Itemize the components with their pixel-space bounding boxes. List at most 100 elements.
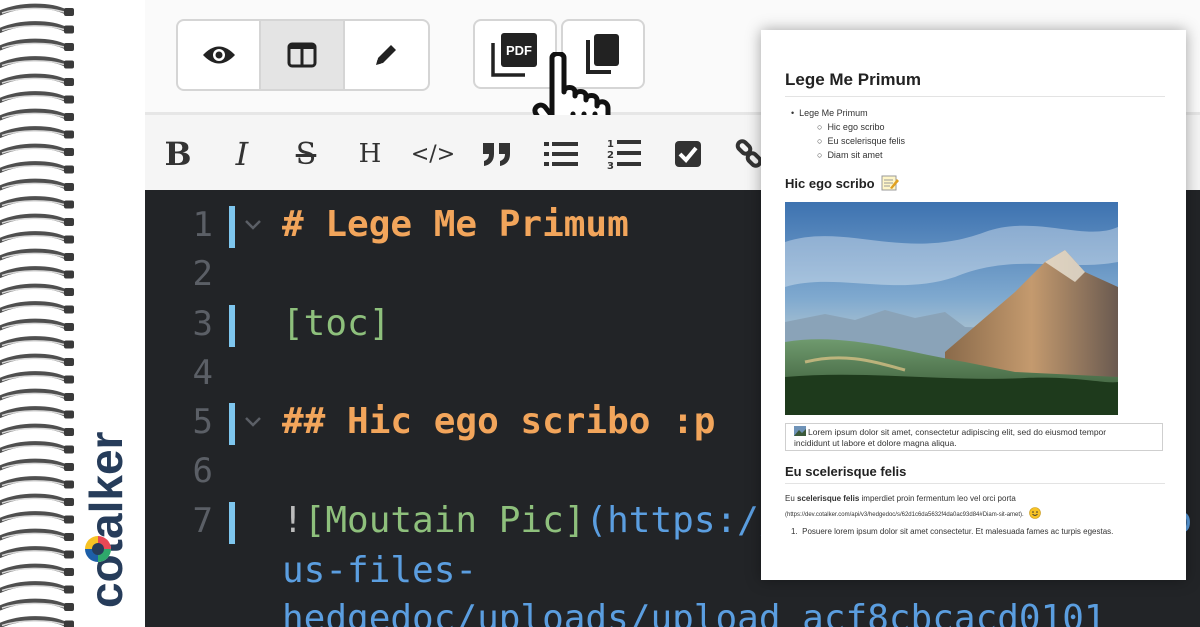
- quote-icon: [483, 143, 510, 166]
- heading-icon: H: [358, 139, 382, 169]
- divider: [785, 96, 1165, 97]
- toc-item[interactable]: ○ Eu scelerisque felis: [791, 134, 905, 148]
- spiral-ring: [0, 108, 74, 121]
- heading-button[interactable]: H: [355, 137, 385, 171]
- spiral-ring: [0, 73, 74, 86]
- spiral-ring: [0, 423, 74, 436]
- fold-chevron-icon[interactable]: [241, 210, 265, 240]
- table-of-contents: • Lege Me Primum ○ Hic ego scribo ○ Eu s…: [791, 106, 905, 162]
- ordered-list: 1. Posuere lorem ipsum dolor sit amet co…: [791, 527, 1113, 536]
- ordered-list-icon: 1 2 3: [607, 139, 641, 171]
- list-item: 1. Posuere lorem ipsum dolor sit amet co…: [791, 527, 1114, 536]
- smile-emoji-icon: [1029, 507, 1042, 519]
- spiral-ring: [0, 143, 74, 156]
- image-alt-text: [Moutain Pic]: [303, 500, 586, 541]
- spiral-ring: [0, 371, 74, 384]
- spiral-ring: [0, 91, 74, 104]
- spiral-ring: [0, 581, 74, 594]
- spiral-ring: [0, 476, 74, 489]
- spiral-ring: [0, 248, 74, 261]
- spiral-ring: [0, 3, 74, 16]
- image-bang: !: [282, 500, 304, 541]
- spiral-ring: [0, 388, 74, 401]
- toc-item[interactable]: ○ Diam sit amet: [791, 148, 905, 162]
- spiral-ring: [0, 126, 74, 139]
- paragraph: Eu scelerisque felis imperdiet proin fer…: [785, 494, 1016, 503]
- pdf-label: PDF: [506, 43, 532, 58]
- spiral-ring: [0, 441, 74, 454]
- spiral-ring: [0, 406, 74, 419]
- spiral-ring: [0, 161, 74, 174]
- paragraph-link[interactable]: (https://dev.cotalker.com/api/v3/hedgedo…: [785, 507, 1042, 519]
- code-text: [toc]: [282, 303, 391, 344]
- toc-item[interactable]: • Lege Me Primum: [791, 106, 905, 120]
- strikethrough-button[interactable]: S: [291, 137, 321, 172]
- spiral-ring: [0, 56, 74, 69]
- spiral-ring: [0, 336, 74, 349]
- spiral-ring: [0, 266, 74, 279]
- svg-text:1: 1: [607, 139, 614, 150]
- change-marker: [229, 502, 235, 544]
- code-text: us-files-: [282, 550, 478, 591]
- spiral-ring: [0, 196, 74, 209]
- change-marker: [229, 403, 235, 445]
- image-caption: Lorem ipsum dolor sit amet, consectetur …: [785, 423, 1163, 451]
- spiral-ring: [0, 616, 74, 627]
- spiral-ring: [0, 598, 74, 611]
- spiral-ring: [0, 178, 74, 191]
- spiral-ring: [0, 563, 74, 576]
- spiral-ring: [0, 528, 74, 541]
- line-number: 5: [192, 402, 213, 442]
- view-mode-group: [176, 19, 430, 91]
- section-heading: Eu scelerisque felis: [785, 464, 907, 479]
- checkbox-icon: [675, 141, 701, 167]
- line-number: 1: [192, 205, 213, 245]
- fold-chevron-icon[interactable]: [241, 407, 265, 437]
- toc-item[interactable]: ○ Hic ego scribo: [791, 120, 905, 134]
- code-text: # Lege Me Primum: [282, 204, 629, 245]
- spiral-ring: [0, 283, 74, 296]
- code-text: ## Hic ego scribo :p: [282, 401, 716, 442]
- bold-icon: B: [164, 135, 192, 173]
- view-mode-button[interactable]: [178, 21, 262, 89]
- columns-icon: [287, 42, 317, 68]
- mountain-image: [785, 202, 1118, 415]
- change-marker: [229, 305, 235, 347]
- edit-mode-button[interactable]: [345, 21, 428, 89]
- section-heading: Hic ego scribo: [785, 175, 900, 191]
- spiral-ring: [0, 353, 74, 366]
- ordered-list-button[interactable]: 1 2 3: [605, 137, 641, 171]
- italic-icon: I: [235, 135, 249, 173]
- line-number: 6: [192, 451, 213, 491]
- bold-button[interactable]: B: [163, 135, 193, 173]
- line-number: 7: [192, 501, 213, 541]
- code-button[interactable]: </>: [410, 137, 456, 171]
- spiral-ring: [0, 318, 74, 331]
- unordered-list-button[interactable]: [543, 137, 579, 171]
- spiral-ring: [0, 231, 74, 244]
- svg-text:2: 2: [607, 150, 614, 161]
- spiral-ring: [0, 213, 74, 226]
- eye-icon: [202, 46, 235, 64]
- cotalker-wordmark: cotalker: [80, 431, 132, 608]
- preview-title: Lege Me Primum: [785, 70, 922, 89]
- preview-panel: Lege Me Primum • Lege Me Primum ○ Hic eg…: [761, 30, 1186, 580]
- line-number: 4: [192, 353, 213, 393]
- spiral-ring: [0, 301, 74, 314]
- line-number: 3: [192, 304, 213, 344]
- spiral-ring: [0, 458, 74, 471]
- code-text: hedgedoc/uploads/upload_acf8cbcacd0101: [282, 598, 1106, 627]
- spiral-ring: [0, 493, 74, 506]
- quote-button[interactable]: [479, 137, 515, 171]
- spiral-ring: [0, 546, 74, 559]
- italic-button[interactable]: I: [227, 135, 257, 173]
- pencil-icon: [376, 45, 397, 65]
- line-number: 2: [192, 254, 213, 294]
- divider: [785, 483, 1165, 484]
- spiral-ring: [0, 38, 74, 51]
- unordered-list-icon: [544, 142, 578, 166]
- code-icon: </>: [410, 141, 456, 167]
- split-mode-button[interactable]: [261, 21, 345, 89]
- image-thumbnail-icon: [794, 426, 806, 436]
- checkbox-button[interactable]: [673, 137, 703, 171]
